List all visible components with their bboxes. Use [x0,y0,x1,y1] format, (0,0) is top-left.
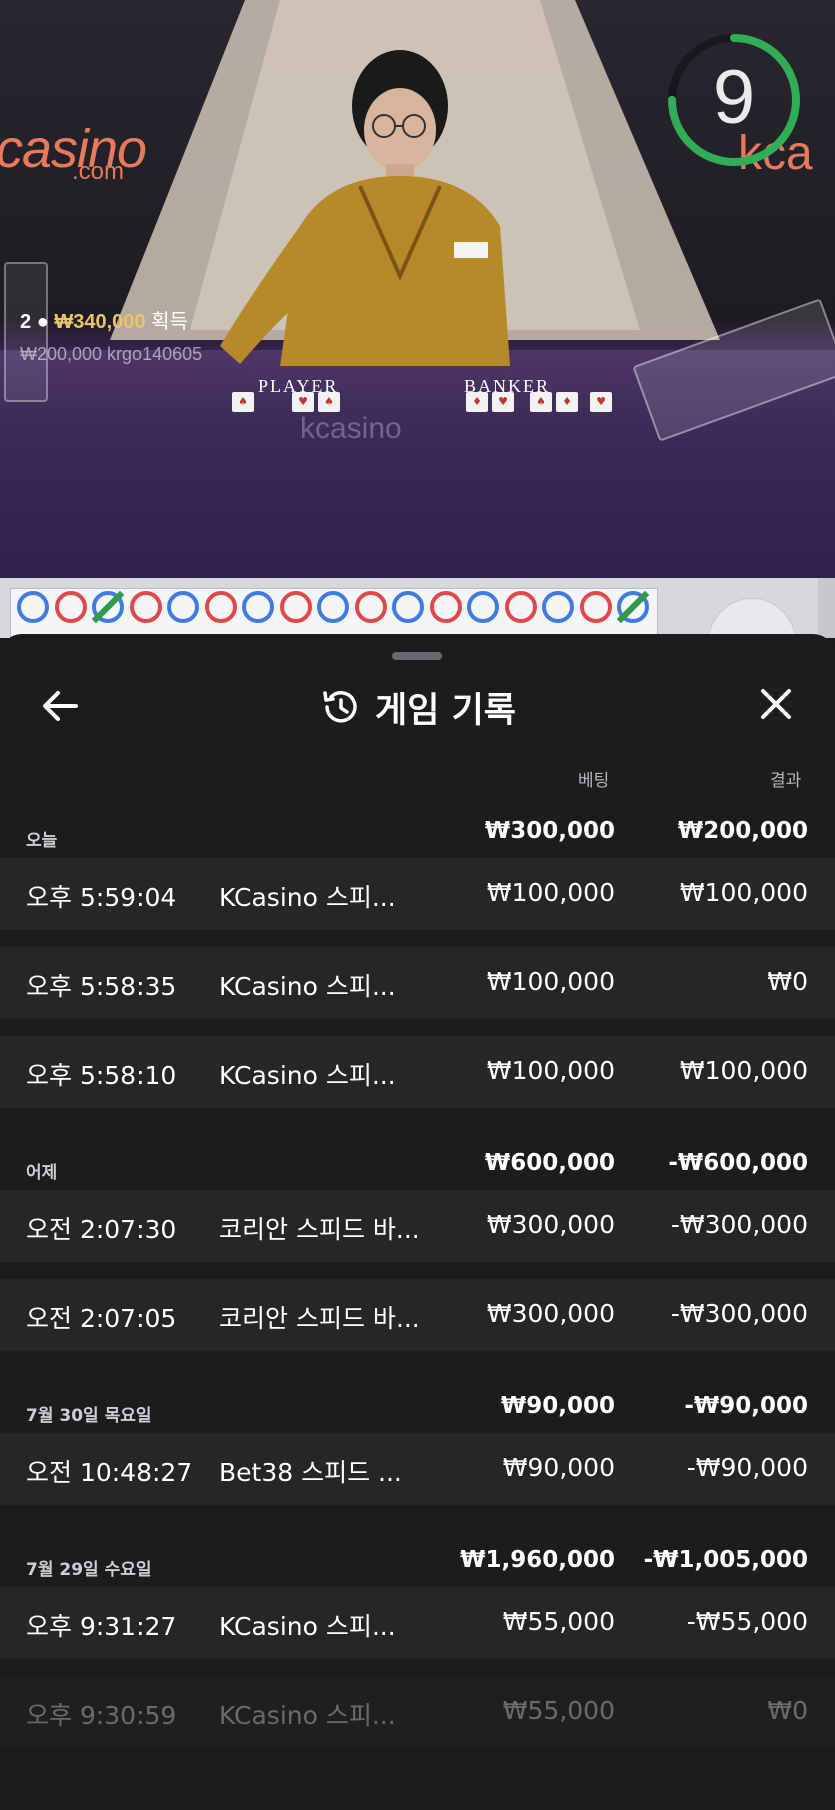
dealer [220,50,510,366]
card: ♥ [492,392,514,412]
bead-banker [204,591,237,623]
bead-player [242,591,274,623]
group-bet-total: ₩600,000 [484,1150,615,1176]
history-row[interactable]: 오전 2:07:05 코리안 스피드 바... ₩300,000 -₩300,000 [0,1279,835,1351]
bead-banker [354,591,387,623]
bead-banker [54,591,87,623]
history-row[interactable]: 오전 2:07:30 코리안 스피드 바... ₩300,000 -₩300,000 [0,1190,835,1262]
row-game: KCasino 스피... [219,1612,396,1641]
group-result-total: -₩1,005,000 [643,1547,808,1573]
row-game: KCasino 스피... [219,883,396,912]
row-game: 코리안 스피드 바... [219,1304,420,1333]
row-bet: ₩300,000 [486,1299,615,1328]
group-date: 7월 30일 목요일 [26,1406,152,1426]
group-result-total: ₩200,000 [677,818,808,844]
user-icon: ● [36,311,49,333]
roadmap-edge [818,578,835,638]
history-icon [323,691,357,723]
recent-win-detail: ₩200,000 krgo140605 [20,344,203,364]
history-row[interactable]: 오후 5:59:04 KCasino 스피... ₩100,000 ₩100,000 [0,858,835,930]
bead-player [467,591,499,623]
row-result: -₩300,000 [670,1299,808,1328]
game-history-sheet: 게임 기록 베팅 결과 오늘 ₩300,000 ₩200,000 오후 5:59:04… [0,634,835,1810]
live-video: casino .com kca 9 2 ● ₩340,000 획득 ₩200,0… [0,0,835,578]
roadmap-strip[interactable] [0,578,835,686]
bead-banker [579,591,612,623]
recent-win-banner: 2 ● ₩340,000 획득 [20,305,188,334]
group-result-total: -₩90,000 [684,1393,808,1419]
column-header-bet: 베팅 [578,771,610,791]
bead-banker [129,591,162,623]
date-group-header: 7월 30일 목요일 ₩90,000 -₩90,000 [0,1385,835,1435]
win-amount: ₩340,000 [54,311,146,333]
drag-handle[interactable] [392,652,442,660]
win-suffix: 획득 [151,311,188,333]
group-result-total: -₩600,000 [668,1150,808,1176]
row-game: 코리안 스피드 바... [219,1215,420,1244]
row-time: 오후 5:58:10 [26,1061,177,1090]
felt-logo: kcasino [300,412,402,445]
bead-banker [504,591,537,623]
card: ♦ [556,392,578,412]
row-time: 오전 2:07:30 [26,1215,177,1244]
row-result: ₩100,000 [679,1056,808,1085]
group-date: 어제 [26,1163,58,1183]
history-row[interactable]: 오후 5:58:35 KCasino 스피... ₩100,000 ₩0 [0,947,835,1019]
brand-logo-left-sub: .com [72,158,125,185]
row-result: ₩100,000 [679,878,808,907]
row-result: -₩90,000 [686,1453,808,1482]
card: ♠ [318,392,340,412]
history-row[interactable]: 오후 5:58:10 KCasino 스피... ₩100,000 ₩100,000 [0,1036,835,1108]
countdown-value: 9 [712,55,756,140]
row-time: 오후 5:59:04 [26,883,177,912]
scroll-fade [0,1714,835,1810]
row-game: KCasino 스피... [219,1061,396,1090]
card: ♦ [466,392,488,412]
row-time: 오전 10:48:27 [26,1458,193,1487]
row-result: -₩300,000 [670,1210,808,1239]
row-bet: ₩100,000 [486,967,615,996]
row-bet: ₩100,000 [486,878,615,907]
bead-player [392,591,424,623]
group-bet-total: ₩1,960,000 [460,1547,615,1573]
row-time: 오후 5:58:35 [26,972,177,1001]
win-count: 2 [20,311,32,333]
card: ♠ [232,392,254,412]
row-game: Bet38 스피드 ... [219,1458,402,1487]
history-row[interactable]: 오후 9:31:27 KCasino 스피... ₩55,000 -₩55,000 [0,1587,835,1659]
date-group-header: 오늘 ₩300,000 ₩200,000 [0,810,835,860]
bead-banker [279,591,312,623]
row-bet: ₩300,000 [486,1210,615,1239]
history-row[interactable]: 오전 10:48:27 Bet38 스피드 ... ₩90,000 -₩90,000 [0,1433,835,1505]
row-result: -₩55,000 [686,1607,808,1636]
bead-player [317,591,349,623]
group-bet-total: ₩90,000 [500,1393,615,1419]
date-group-header: 어제 ₩600,000 -₩600,000 [0,1142,835,1192]
row-bet: ₩100,000 [486,1056,615,1085]
row-game: KCasino 스피... [219,972,396,1001]
group-date: 7월 29일 수요일 [26,1560,152,1580]
bead-banker [429,591,462,623]
sheet-header: 게임 기록 [0,682,835,732]
column-header-result: 결과 [770,771,802,791]
card: ♠ [530,392,552,412]
group-bet-total: ₩300,000 [484,818,615,844]
bead-player [542,591,574,623]
row-time: 오전 2:07:05 [26,1304,177,1333]
bead-road [10,588,658,640]
date-group-header: 7월 29일 수요일 ₩1,960,000 -₩1,005,000 [0,1539,835,1589]
bead-player [167,591,199,623]
row-time: 오후 9:31:27 [26,1612,177,1641]
page-title: 게임 기록 [375,690,516,731]
card: ♥ [292,392,314,412]
group-date: 오늘 [26,831,58,851]
row-result: ₩0 [767,967,808,996]
close-icon[interactable] [752,680,800,728]
row-bet: ₩90,000 [502,1453,615,1482]
row-bet: ₩55,000 [502,1607,615,1636]
bead-player [17,591,49,623]
card: ♥ [590,392,612,412]
